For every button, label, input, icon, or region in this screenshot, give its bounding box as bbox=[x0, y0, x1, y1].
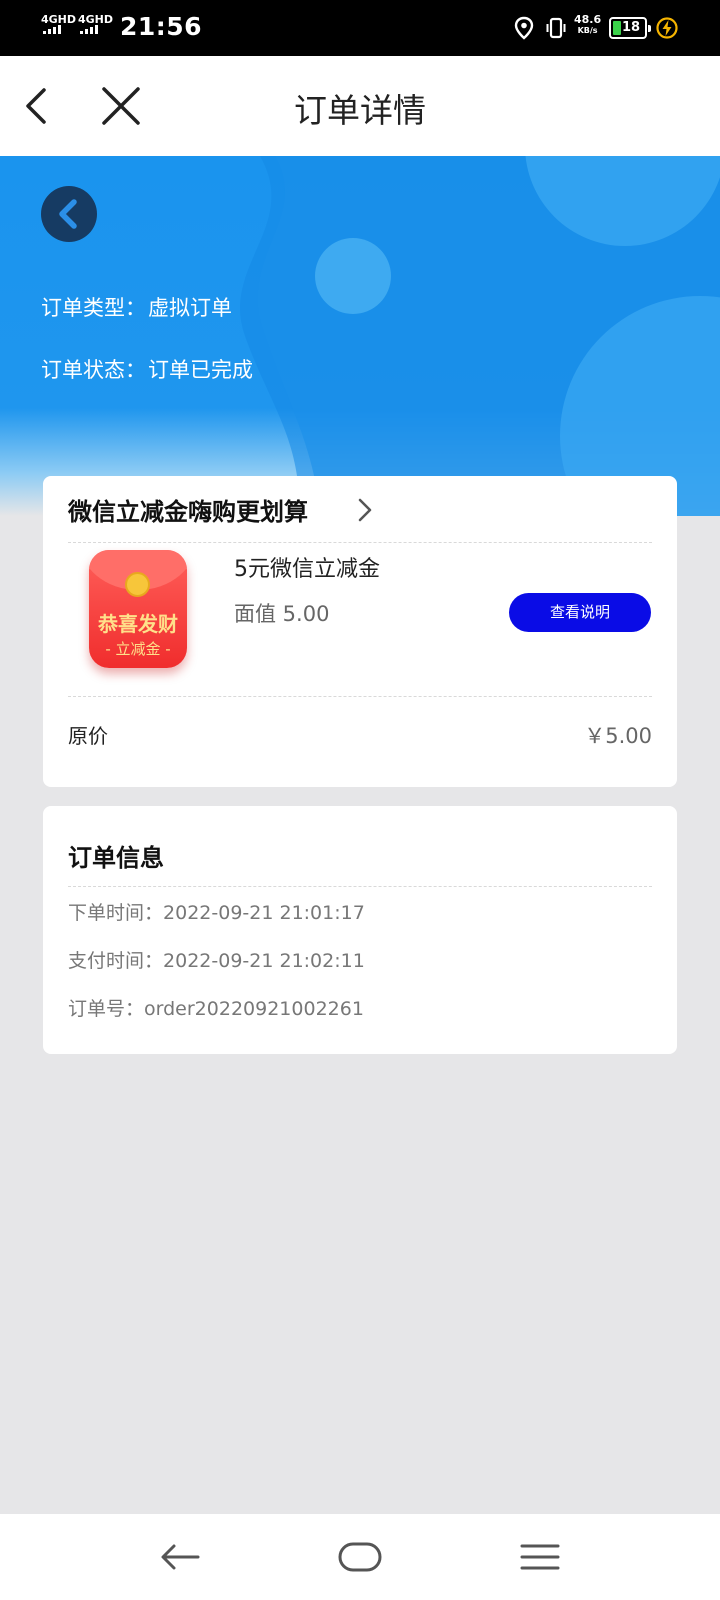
battery-icon: 18 bbox=[609, 17, 651, 39]
coin-icon bbox=[125, 572, 150, 597]
original-price-label: 原价 bbox=[68, 724, 108, 748]
order-number-value: order20220921002261 bbox=[144, 998, 364, 1020]
envelope-subtitle: - 立减金 - bbox=[105, 640, 171, 658]
sim1-label: 4GHD bbox=[41, 13, 77, 26]
banner-back-button[interactable] bbox=[41, 186, 97, 242]
order-status-label: 订单状态： bbox=[41, 358, 146, 382]
order-number-row: 订单号：order20220921002261 bbox=[68, 994, 364, 1021]
order-time-label: 下单时间： bbox=[68, 902, 164, 924]
product-name: 5元微信立减金 bbox=[234, 557, 380, 582]
divider bbox=[68, 542, 652, 543]
network-speed: 48.6 KB/s bbox=[574, 14, 601, 36]
face-value: 面值 5.00 bbox=[234, 602, 330, 626]
divider bbox=[68, 886, 652, 887]
charging-icon bbox=[656, 17, 678, 39]
order-type: 订单类型：虚拟订单 bbox=[41, 292, 232, 322]
order-type-label: 订单类型： bbox=[41, 296, 146, 320]
order-status-value: 订单已完成 bbox=[148, 358, 253, 382]
network-speed-unit: KB/s bbox=[577, 26, 598, 35]
order-status-banner: 订单类型：虚拟订单 订单状态：订单已完成 bbox=[0, 156, 720, 516]
sim1-signal-icon: 4GHD bbox=[41, 14, 76, 36]
payment-time-row: 支付时间：2022-09-21 21:02:11 bbox=[68, 946, 365, 973]
order-type-value: 虚拟订单 bbox=[148, 296, 232, 320]
order-number-label: 订单号： bbox=[68, 998, 145, 1020]
chevron-right-icon[interactable] bbox=[356, 496, 374, 524]
status-time: 21:56 bbox=[120, 12, 203, 41]
chevron-left-icon bbox=[59, 199, 77, 229]
payment-time-value: 2022-09-21 21:02:11 bbox=[163, 950, 365, 972]
order-info-title: 订单信息 bbox=[68, 844, 164, 872]
network-speed-value: 48.6 bbox=[574, 13, 602, 26]
original-price-value: ￥5.00 bbox=[584, 724, 652, 748]
view-description-button[interactable]: 查看说明 bbox=[509, 593, 651, 632]
envelope-title: 恭喜发财 bbox=[98, 612, 178, 636]
red-envelope-image: 恭喜发财 - 立减金 - bbox=[89, 550, 187, 668]
nav-menu-icon[interactable] bbox=[516, 1540, 564, 1574]
status-bar: 4GHD 4GHD 21:56 48.6 KB/s 18 bbox=[0, 0, 720, 56]
battery-level: 18 bbox=[622, 20, 641, 35]
order-time-row: 下单时间：2022-09-21 21:01:17 bbox=[68, 898, 365, 925]
shop-title[interactable]: 微信立减金嗨购更划算 bbox=[68, 492, 308, 527]
vibrate-icon bbox=[546, 17, 566, 39]
banner-background bbox=[240, 156, 720, 516]
order-status: 订单状态：订单已完成 bbox=[41, 354, 253, 384]
system-navigation-bar bbox=[0, 1514, 720, 1600]
sim2-signal-icon: 4GHD bbox=[78, 14, 113, 36]
app-header: 订单详情 bbox=[0, 56, 720, 156]
nav-home-icon[interactable] bbox=[336, 1540, 384, 1574]
location-icon bbox=[514, 16, 534, 40]
payment-time-label: 支付时间： bbox=[68, 950, 164, 972]
product-card: 微信立减金嗨购更划算 恭喜发财 - 立减金 - 5元微信立减金 面值 5.00 … bbox=[43, 476, 677, 787]
page-title: 订单详情 bbox=[294, 91, 426, 130]
order-info-card: 订单信息 下单时间：2022-09-21 21:01:17 支付时间：2022-… bbox=[43, 806, 677, 1054]
nav-back-icon[interactable] bbox=[156, 1540, 204, 1574]
order-time-value: 2022-09-21 21:01:17 bbox=[163, 902, 365, 924]
divider bbox=[68, 696, 652, 697]
sim2-label: 4GHD bbox=[78, 13, 114, 26]
